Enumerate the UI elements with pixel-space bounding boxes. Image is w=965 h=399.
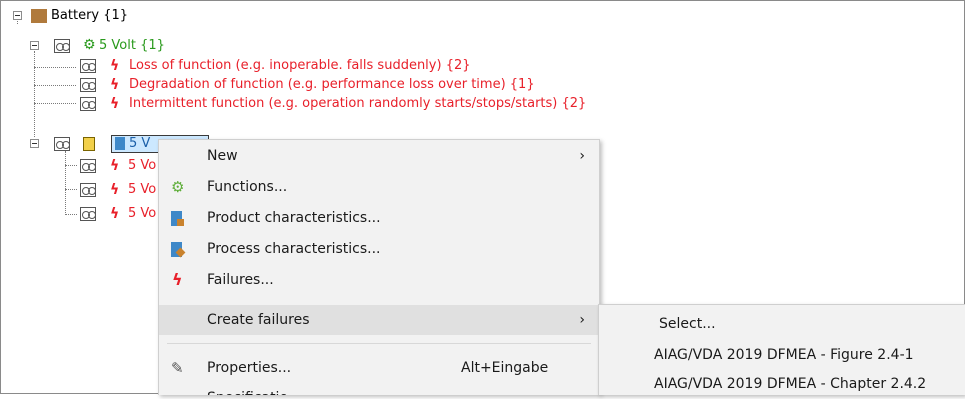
menu-item-label: AIAG/VDA 2019 DFMEA - Figure 2.4-1 bbox=[654, 347, 914, 363]
tree-row-battery[interactable]: Battery {1} bbox=[3, 7, 303, 25]
node-type-icon bbox=[80, 97, 96, 111]
product-characteristic-icon-accent bbox=[177, 219, 184, 226]
tree-node-label: 5 V bbox=[129, 136, 151, 151]
submenu-item-select[interactable]: Select... bbox=[599, 309, 965, 339]
collapse-toggle[interactable] bbox=[30, 139, 39, 148]
menu-item-label: Functions... bbox=[207, 179, 288, 195]
node-type-icon bbox=[80, 207, 96, 221]
tree-node-label: 5 Volt {1} bbox=[99, 38, 165, 53]
tree-node-label: Intermittent function (e.g. operation ra… bbox=[129, 96, 587, 111]
chevron-right-icon: › bbox=[579, 148, 585, 164]
menu-item-product-characteristics[interactable]: Product characteristics... bbox=[159, 203, 599, 233]
lightning-icon: ϟ bbox=[110, 96, 120, 112]
gears-icon: ⚙ bbox=[83, 37, 96, 53]
menu-item-new[interactable]: New › bbox=[159, 141, 599, 171]
node-type-icon bbox=[80, 159, 96, 173]
menu-item-label: Process characteristics... bbox=[207, 241, 381, 257]
lightning-icon: ϟ bbox=[110, 182, 120, 198]
battery-icon bbox=[31, 9, 47, 23]
menu-item-properties[interactable]: ✎ Properties... Alt+Eingabe bbox=[159, 353, 599, 383]
menu-item-create-failures[interactable]: Create failures › bbox=[159, 305, 599, 335]
menu-item-label: AIAG/VDA 2019 DFMEA - Chapter 2.4.2 bbox=[654, 376, 927, 392]
chevron-right-icon: › bbox=[579, 312, 585, 328]
tree-node-label: 5 Vo bbox=[128, 182, 157, 197]
menu-separator bbox=[167, 343, 591, 344]
characteristic-icon bbox=[83, 137, 95, 151]
menu-item-functions[interactable]: ⚙ Functions... bbox=[159, 172, 599, 202]
menu-item-label: Specificatio bbox=[207, 383, 288, 395]
tree-row-function[interactable]: ⚙ 5 Volt {1} bbox=[3, 37, 303, 55]
collapse-toggle[interactable] bbox=[30, 41, 39, 50]
collapse-toggle[interactable] bbox=[13, 11, 22, 20]
node-type-icon bbox=[54, 39, 70, 53]
product-characteristic-icon bbox=[115, 137, 125, 150]
menu-item-label: New bbox=[207, 148, 238, 164]
tree-node-label: 5 Vo bbox=[128, 206, 157, 221]
tree-node-label: Loss of function (e.g. inoperable. falls… bbox=[129, 58, 471, 73]
node-type-icon bbox=[80, 59, 96, 73]
node-type-icon bbox=[80, 183, 96, 197]
menu-item-label: Product characteristics... bbox=[207, 210, 381, 226]
tree-row-failure[interactable]: ϟ Loss of function (e.g. inoperable. fal… bbox=[3, 57, 703, 75]
tree-row-failure[interactable]: ϟ Degradation of function (e.g. performa… bbox=[3, 76, 703, 94]
lightning-icon: ϟ bbox=[110, 158, 120, 174]
menu-item-process-characteristics[interactable]: Process characteristics... bbox=[159, 234, 599, 264]
pencil-icon: ✎ bbox=[171, 359, 184, 377]
submenu-item-chapter-2-4-2[interactable]: AIAG/VDA 2019 DFMEA - Chapter 2.4.2 bbox=[599, 369, 965, 399]
tree-node-label: 5 Vo bbox=[128, 158, 157, 173]
gears-icon: ⚙ bbox=[171, 178, 185, 196]
menu-item-label: Failures... bbox=[207, 272, 274, 288]
menu-item-label: Create failures bbox=[207, 312, 310, 328]
menu-item-label: Select... bbox=[659, 316, 716, 332]
menu-item-shortcut: Alt+Eingabe bbox=[461, 360, 549, 376]
lightning-icon: ϟ bbox=[110, 77, 120, 93]
menu-item-specification[interactable]: Specificatio bbox=[159, 383, 599, 395]
lightning-icon: ϟ bbox=[110, 206, 120, 222]
tree-node-label: Degradation of function (e.g. performanc… bbox=[129, 77, 535, 92]
lightning-icon: ϟ bbox=[172, 270, 183, 289]
context-menu: New › ⚙ Functions... Product characteris… bbox=[158, 139, 600, 395]
create-failures-submenu: Select... AIAG/VDA 2019 DFMEA - Figure 2… bbox=[598, 304, 965, 395]
tree-node-label: Battery {1} bbox=[51, 8, 129, 23]
menu-item-failures[interactable]: ϟ Failures... bbox=[159, 265, 599, 295]
node-type-icon bbox=[54, 137, 70, 151]
node-type-icon bbox=[80, 78, 96, 92]
tree-row-failure[interactable]: ϟ Intermittent function (e.g. operation … bbox=[3, 95, 703, 113]
lightning-icon: ϟ bbox=[110, 58, 120, 74]
menu-item-label: Properties... bbox=[207, 360, 292, 376]
submenu-item-figure-2-4-1[interactable]: AIAG/VDA 2019 DFMEA - Figure 2.4-1 bbox=[599, 340, 965, 370]
